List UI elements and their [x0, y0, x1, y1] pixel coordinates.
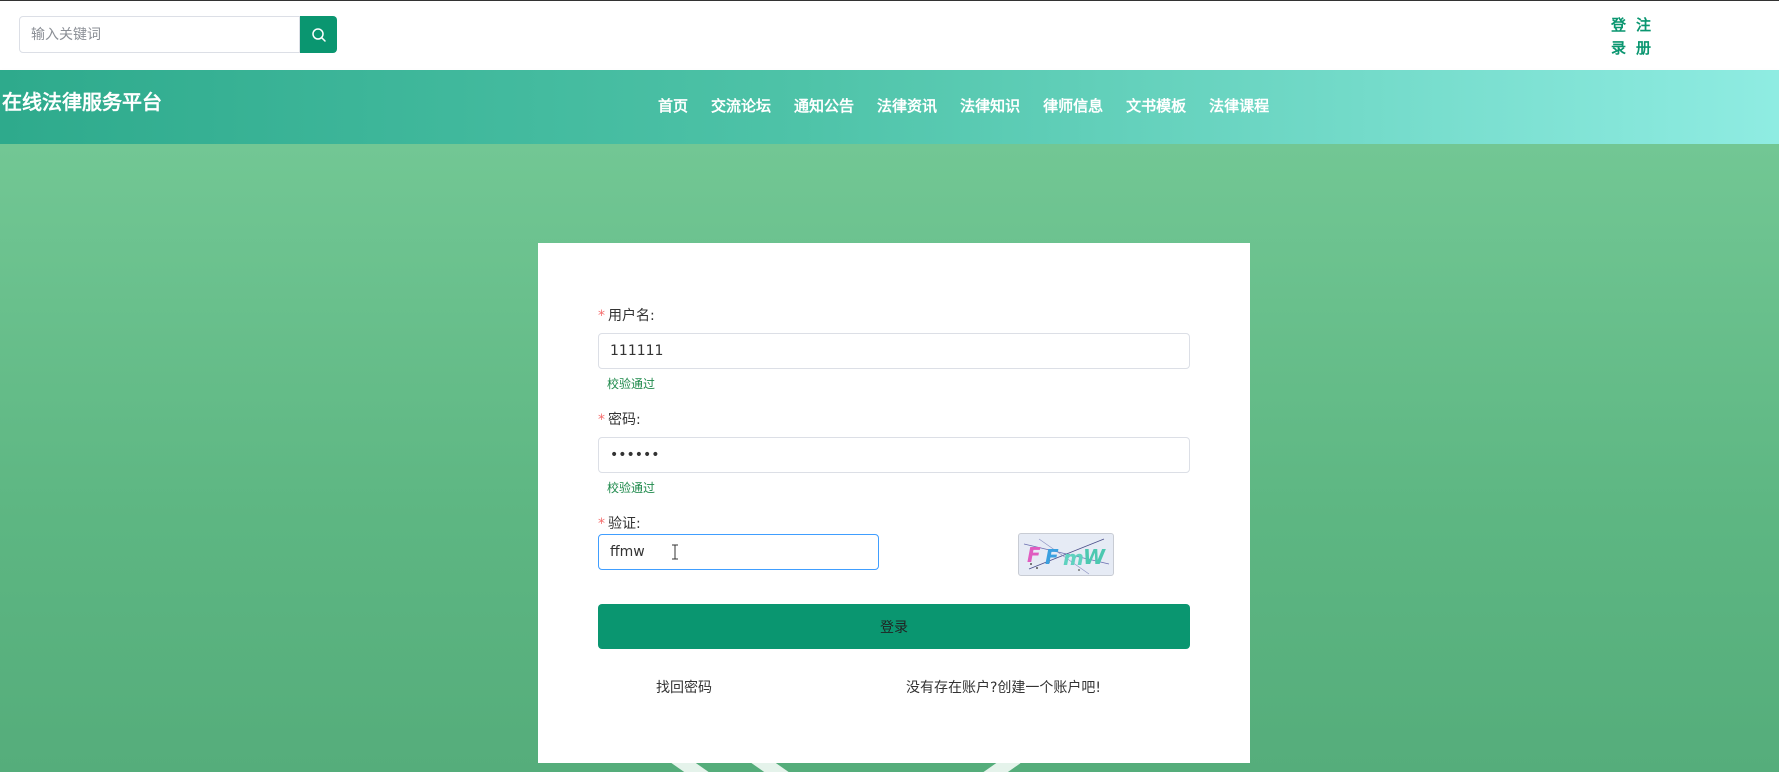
nav-item-lawyers[interactable]: 律师信息 [1043, 95, 1103, 116]
nav-item-forum[interactable]: 交流论坛 [711, 95, 771, 116]
login-card: *用户名: 校验通过 *密码: 校验通过 *验证: F F m W 登录 找回密… [538, 243, 1250, 763]
required-mark: * [598, 516, 605, 532]
captcha-label: * 验证: [598, 513, 641, 533]
search-icon [311, 27, 326, 42]
nav-item-document-templates[interactable]: 文书模板 [1126, 95, 1186, 116]
register-link[interactable]: 注 册 [1632, 14, 1655, 60]
main-nav: 在线法律服务平台 首页 交流论坛 通知公告 法律资讯 法律知识 律师信息 文书模… [0, 70, 1779, 144]
captcha-char: F [1027, 543, 1041, 567]
search-input[interactable] [19, 16, 300, 53]
login-link-char: 登 [1610, 16, 1626, 34]
username-input[interactable] [598, 333, 1190, 369]
nav-item-legal-news[interactable]: 法律资讯 [877, 95, 937, 116]
site-title: 在线法律服务平台 [2, 90, 162, 114]
captcha-label-text: 验证: [608, 516, 641, 532]
login-link-char: 录 [1610, 39, 1626, 57]
login-link[interactable]: 登 录 [1607, 14, 1630, 60]
password-input[interactable] [598, 437, 1190, 473]
login-button[interactable]: 登录 [598, 604, 1190, 649]
create-account-link[interactable]: 没有存在账户?创建一个账户吧! [906, 677, 1101, 697]
nav-item-home[interactable]: 首页 [658, 95, 688, 116]
required-mark: * [598, 308, 605, 324]
nav-menu: 首页 交流论坛 通知公告 法律资讯 法律知识 律师信息 文书模板 法律课程 [658, 95, 1292, 116]
username-hint: 校验通过 [607, 377, 656, 391]
required-mark: * [598, 412, 605, 428]
password-label: * 密码: [598, 409, 641, 429]
nav-item-legal-courses[interactable]: 法律课程 [1209, 95, 1269, 116]
captcha-char: m [1063, 546, 1084, 570]
username-label: * 用户名: [598, 305, 655, 325]
text-cursor-icon [672, 544, 678, 560]
captcha-image[interactable]: F F m W [1018, 533, 1114, 576]
password-hint: 校验通过 [607, 481, 656, 495]
nav-item-legal-knowledge[interactable]: 法律知识 [960, 95, 1020, 116]
top-bar: 登 录 注 册 [0, 0, 1779, 70]
search-button[interactable] [300, 16, 337, 53]
username-label-text: 用户名: [608, 308, 655, 324]
captcha-char: W [1083, 545, 1106, 569]
forgot-password-link[interactable]: 找回密码 [656, 677, 712, 697]
register-link-char: 册 [1635, 39, 1651, 57]
captcha-char: F [1045, 545, 1059, 569]
captcha-input[interactable] [598, 534, 879, 570]
nav-item-notices[interactable]: 通知公告 [794, 95, 854, 116]
register-link-char: 注 [1635, 16, 1651, 34]
captcha-graphic: F F m W [1023, 538, 1110, 575]
password-label-text: 密码: [608, 412, 641, 428]
